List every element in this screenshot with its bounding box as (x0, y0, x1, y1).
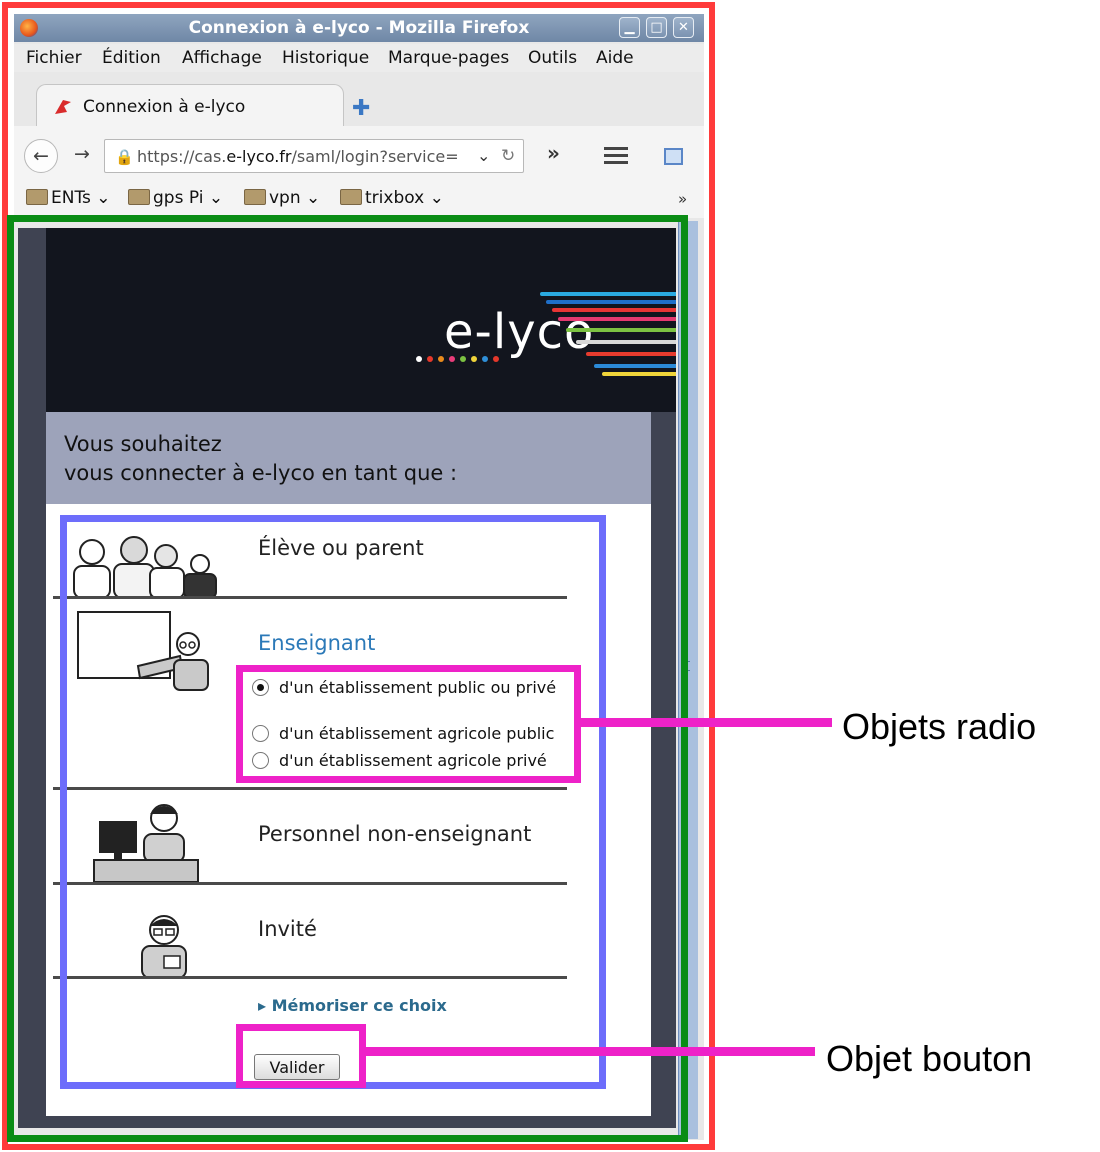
url-bar[interactable]: 🔒 https://cas.e-lyco.fr/saml/login?servi… (104, 139, 524, 173)
bookmark-folder-gps-pi[interactable]: gps Pi ⌄ (128, 188, 223, 208)
back-button[interactable]: ← (24, 139, 58, 173)
menu-historique[interactable]: Historique (282, 48, 369, 68)
menu-marque-pages[interactable]: Marque-pages (388, 48, 509, 68)
folder-icon (340, 189, 362, 205)
tab-strip: Connexion à e-lyco ✚ (14, 84, 704, 126)
button-callout-connector (363, 1047, 815, 1056)
close-button[interactable]: ✕ (673, 17, 694, 38)
extension-icon[interactable] (664, 148, 683, 165)
menu-fichier[interactable]: Fichier (26, 48, 82, 68)
tab-connexion[interactable]: Connexion à e-lyco (36, 84, 344, 126)
window-title: Connexion à e-lyco - Mozilla Firefox (188, 18, 530, 38)
form-highlight-frame (60, 515, 606, 1089)
button-highlight-frame (236, 1024, 366, 1088)
maximize-button[interactable]: □ (646, 17, 667, 38)
button-callout-label: Objet bouton (826, 1038, 1033, 1079)
menu-icon[interactable] (604, 147, 628, 164)
folder-icon (128, 189, 150, 205)
url-text: https://cas.e-lyco.fr/saml/login?service… (137, 147, 459, 166)
bookmarks-bar: ENTs ⌄ gps Pi ⌄ vpn ⌄ trixbox ⌄ » (14, 182, 704, 218)
menu-outils[interactable]: Outils (528, 48, 577, 68)
bookmark-folder-trixbox[interactable]: trixbox ⌄ (340, 188, 444, 208)
radio-highlight-frame (236, 665, 581, 783)
folder-icon (244, 189, 266, 205)
menu-bar: Fichier Édition Affichage Historique Mar… (14, 44, 704, 72)
forward-button[interactable]: → (74, 143, 90, 165)
menu-edition[interactable]: Édition (102, 48, 161, 68)
radio-callout-label: Objets radio (842, 706, 1037, 747)
new-tab-icon[interactable]: ✚ (352, 96, 370, 121)
bookmark-folder-vpn[interactable]: vpn ⌄ (244, 188, 320, 208)
title-bar: Connexion à e-lyco - Mozilla Firefox ▁ □… (14, 14, 704, 42)
elyco-favicon-icon (55, 100, 71, 114)
menu-affichage[interactable]: Affichage (182, 48, 262, 68)
radio-callout-connector (578, 718, 832, 727)
folder-icon (26, 189, 48, 205)
minimize-button[interactable]: ▁ (619, 17, 640, 38)
bookmarks-overflow-icon[interactable]: » (678, 190, 687, 208)
bookmark-folder-ents[interactable]: ENTs ⌄ (26, 188, 111, 208)
menu-aide[interactable]: Aide (596, 48, 634, 68)
overflow-icon[interactable]: » (547, 141, 560, 165)
chevron-down-icon[interactable]: ⌄ (477, 146, 490, 165)
reload-icon[interactable]: ↻ (501, 146, 515, 166)
navigation-bar: ← → 🔒 https://cas.e-lyco.fr/saml/login?s… (14, 126, 704, 182)
tab-label: Connexion à e-lyco (83, 97, 246, 117)
lock-icon: 🔒 (115, 148, 134, 166)
